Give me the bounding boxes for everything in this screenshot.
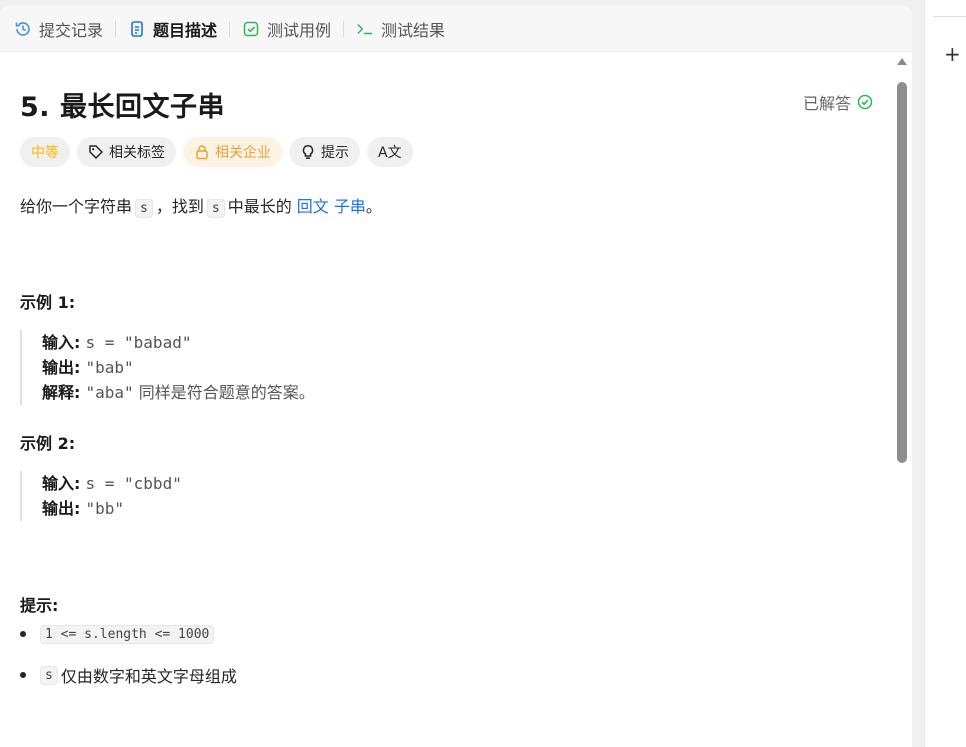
tab-divider xyxy=(229,20,231,37)
tab-bar: 提交记录 题目描述 测试用例 测试结果 xyxy=(0,6,912,52)
companies-label: 相关企业 xyxy=(215,145,271,161)
input-value: s = "babad" xyxy=(85,333,192,352)
tab-label: 测试用例 xyxy=(267,20,332,40)
bullet xyxy=(20,672,26,678)
problem-content: 5. 最长回文子串 已解答 中等 相关标签 相关企业 提示 A文 给你一个字符串… xyxy=(0,52,895,747)
tab-description[interactable]: 题目描述 xyxy=(128,6,217,52)
example-2-heading: 示例 2: xyxy=(20,434,76,453)
example-row: 输入: s = "babad" xyxy=(42,330,315,355)
tag-row: 中等 相关标签 相关企业 提示 A文 xyxy=(20,137,413,167)
hint-label: 提示 xyxy=(321,145,349,161)
constraints-heading: 提示: xyxy=(20,596,59,615)
tab-divider xyxy=(343,20,345,37)
constraints-list: 1 <= s.length <= 1000 s 仅由数字和英文字母组成 xyxy=(20,620,237,702)
tab-results[interactable]: 测试结果 xyxy=(356,6,445,52)
output-value: "bab" xyxy=(85,358,134,377)
document-icon xyxy=(128,20,146,38)
desc-text: 给你一个字符串 xyxy=(20,197,133,216)
add-icon[interactable]: + xyxy=(944,42,961,66)
desc-text: 。 xyxy=(365,197,382,216)
bullet xyxy=(20,631,26,637)
companies-tag-button[interactable]: 相关企业 xyxy=(183,137,282,167)
list-item: 1 <= s.length <= 1000 xyxy=(20,620,237,648)
inline-code: s xyxy=(135,199,153,218)
topics-label: 相关标签 xyxy=(109,145,165,161)
constraint-text: 仅由数字和英文字母组成 xyxy=(60,667,237,686)
substring-link[interactable]: 子串 xyxy=(334,197,366,216)
explain-label: 解释: xyxy=(42,383,81,402)
problem-panel: 提交记录 题目描述 测试用例 测试结果 5. 最长回文子串 已解答 中等 相关标… xyxy=(0,6,912,747)
right-panel: + xyxy=(924,0,966,747)
translate-button[interactable]: A文 xyxy=(367,137,413,167)
problem-description: 给你一个字符串 s ，找到 s 中最长的 回文 子串。 xyxy=(20,195,382,221)
scroll-up-arrow-icon[interactable] xyxy=(897,58,907,65)
list-item: s 仅由数字和英文字母组成 xyxy=(20,661,237,689)
difficulty-label: 中等 xyxy=(31,145,59,161)
example-row: 解释: "aba" 同样是符合题意的答案。 xyxy=(42,380,315,405)
input-label: 输入: xyxy=(42,474,81,493)
problem-title: 5. 最长回文子串 xyxy=(20,92,225,123)
tag-icon xyxy=(89,145,103,159)
tab-divider xyxy=(115,20,117,37)
checkbox-icon xyxy=(242,20,260,38)
example-row: 输出: "bab" xyxy=(42,355,315,380)
vertical-scrollbar[interactable] xyxy=(896,58,908,747)
lightbulb-icon xyxy=(302,145,314,159)
palindrome-link[interactable]: 回文 xyxy=(297,197,329,216)
topics-tag-button[interactable]: 相关标签 xyxy=(77,137,176,167)
input-label: 输入: xyxy=(42,333,81,352)
output-label: 输出: xyxy=(42,358,81,377)
terminal-icon xyxy=(356,20,374,38)
hint-tag-button[interactable]: 提示 xyxy=(289,137,360,167)
output-value: "bb" xyxy=(85,499,125,518)
tab-label: 题目描述 xyxy=(153,20,218,40)
example-row: 输出: "bb" xyxy=(42,496,182,521)
inline-code: s xyxy=(206,199,225,218)
example-1-heading: 示例 1: xyxy=(20,293,76,312)
explain-text: 同样是符合题意的答案。 xyxy=(138,383,315,402)
example-row: 输入: s = "cbbd" xyxy=(42,471,182,496)
difficulty-badge[interactable]: 中等 xyxy=(20,137,70,167)
lock-icon xyxy=(196,145,208,160)
input-value: s = "cbbd" xyxy=(85,474,182,493)
inline-code: s xyxy=(40,665,58,685)
scrollbar-thumb[interactable] xyxy=(897,82,907,463)
history-icon xyxy=(14,20,32,38)
tab-testcases[interactable]: 测试用例 xyxy=(242,6,331,52)
explain-value: "aba" xyxy=(85,383,134,402)
divider xyxy=(933,16,966,17)
inline-code: 1 <= s.length <= 1000 xyxy=(40,624,215,644)
translate-icon: A文 xyxy=(378,145,402,161)
tab-label: 测试结果 xyxy=(381,20,446,40)
solved-status: 已解答 xyxy=(803,90,873,114)
tab-label: 提交记录 xyxy=(39,20,104,40)
tab-submissions[interactable]: 提交记录 xyxy=(14,6,103,52)
example-2-block: 输入: s = "cbbd" 输出: "bb" xyxy=(20,471,182,521)
output-label: 输出: xyxy=(42,499,81,518)
desc-text: ，找到 xyxy=(155,197,204,216)
solved-label: 已解答 xyxy=(802,94,851,113)
example-1-block: 输入: s = "babad" 输出: "bab" 解释: "aba" 同样是符… xyxy=(20,330,315,405)
desc-text: 中最长的 xyxy=(227,197,292,216)
check-circle-icon xyxy=(857,94,873,110)
